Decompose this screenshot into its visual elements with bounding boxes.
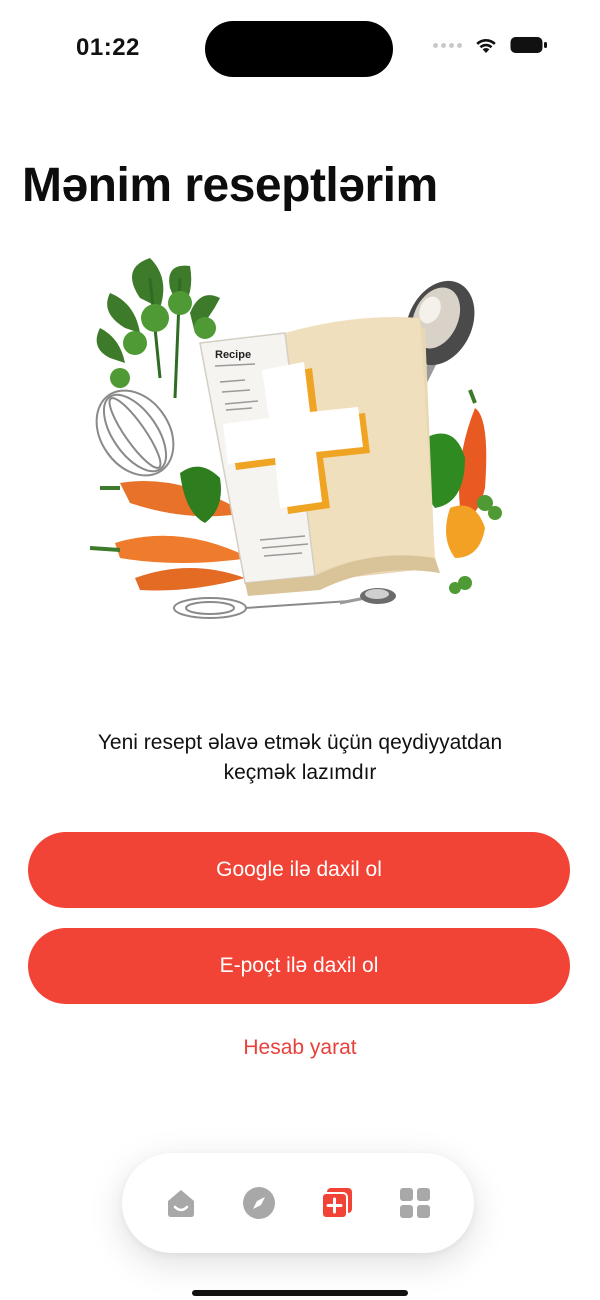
book-label: Recipe: [215, 349, 251, 361]
recipe-book-illustration: Recipe: [89, 258, 502, 619]
add-recipe-icon: [321, 1188, 352, 1219]
battery-icon: [510, 37, 547, 53]
create-account-link[interactable]: Hesab yarat: [0, 1036, 600, 1060]
tab-explore[interactable]: [234, 1178, 284, 1228]
page-title: Mənim reseptlərim: [22, 159, 438, 212]
google-sign-in-button[interactable]: Google ilə daxil ol: [28, 832, 570, 908]
home-indicator: [192, 1290, 408, 1296]
status-time: 01:22: [76, 34, 140, 61]
email-sign-in-button[interactable]: E-poçt ilə daxil ol: [28, 928, 570, 1004]
compass-icon: [243, 1187, 275, 1219]
grid-icon: [400, 1188, 430, 1218]
registration-message-line-2: keçmək lazımdır: [223, 761, 377, 784]
tab-home[interactable]: [156, 1178, 206, 1228]
tab-categories[interactable]: [390, 1178, 440, 1228]
bottom-tab-bar: [122, 1153, 474, 1253]
status-bar: 01:22: [0, 0, 600, 96]
dynamic-island: [205, 21, 393, 77]
wifi-icon: [476, 39, 496, 53]
tab-add-recipe[interactable]: [312, 1178, 362, 1228]
registration-message: Yeni resept əlavə etmək üçün qeydiyyatda…: [30, 728, 570, 788]
status-indicators: [433, 36, 548, 54]
registration-message-line-1: Yeni resept əlavə etmək üçün qeydiyyatda…: [97, 731, 503, 754]
cellular-signal-icon: [433, 42, 462, 48]
home-icon: [168, 1190, 194, 1217]
